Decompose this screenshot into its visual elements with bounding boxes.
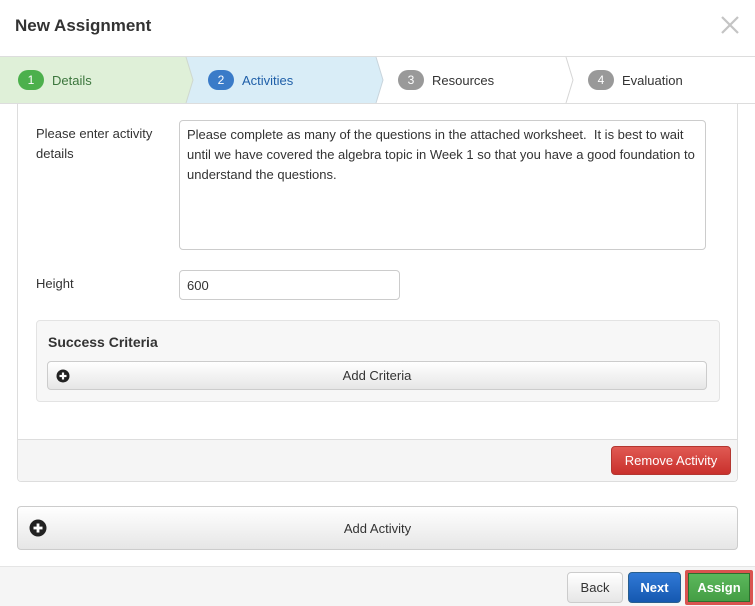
plus-circle-icon [29,519,47,537]
success-criteria-section: Success Criteria Add Criteria [36,320,720,402]
activity-panel: Please enter activity details Height Suc… [17,104,738,482]
modal-title: New Assignment [15,16,152,35]
close-icon [721,16,739,34]
close-button[interactable] [719,14,741,36]
wizard-step-resources[interactable]: 3 Resources [398,57,494,103]
wizard-step-activities[interactable]: 2 Activities [208,57,293,103]
step-label: Resources [432,72,495,88]
step-label: Activities [242,72,294,88]
add-activity-label: Add Activity [343,520,412,536]
add-criteria-button[interactable]: Add Criteria [47,361,707,390]
height-input[interactable] [179,270,400,300]
modal-footer: Back Next Assign [0,566,755,606]
assign-button[interactable]: Assign [685,570,753,605]
add-activity-button[interactable]: Add Activity [17,506,738,550]
success-criteria-title: Success Criteria [48,334,158,350]
wizard-step-evaluation[interactable]: 4 Evaluation [588,57,683,103]
activity-panel-footer: Remove Activity [18,439,737,481]
activity-details-label: Please enter activity details [36,126,153,161]
step-number-badge: 1 [18,70,44,90]
step-number-badge: 4 [588,70,614,90]
next-button[interactable]: Next [628,572,681,603]
plus-circle-icon [56,369,70,382]
height-label: Height [36,276,74,291]
wizard-steps: 1 Details 2 Activities 3 Resources 4 Eva… [0,56,755,104]
step-number-badge: 3 [398,70,424,90]
modal-header: New Assignment [0,0,755,56]
add-criteria-label: Add Criteria [342,368,412,383]
back-button[interactable]: Back [567,572,623,603]
activity-details-textarea[interactable] [179,120,706,250]
step-number-badge: 2 [208,70,234,90]
remove-activity-button[interactable]: Remove Activity [611,446,731,475]
step-label: Evaluation [622,72,683,88]
step-label: Details [52,72,92,88]
wizard-step-details[interactable]: 1 Details [18,57,92,103]
